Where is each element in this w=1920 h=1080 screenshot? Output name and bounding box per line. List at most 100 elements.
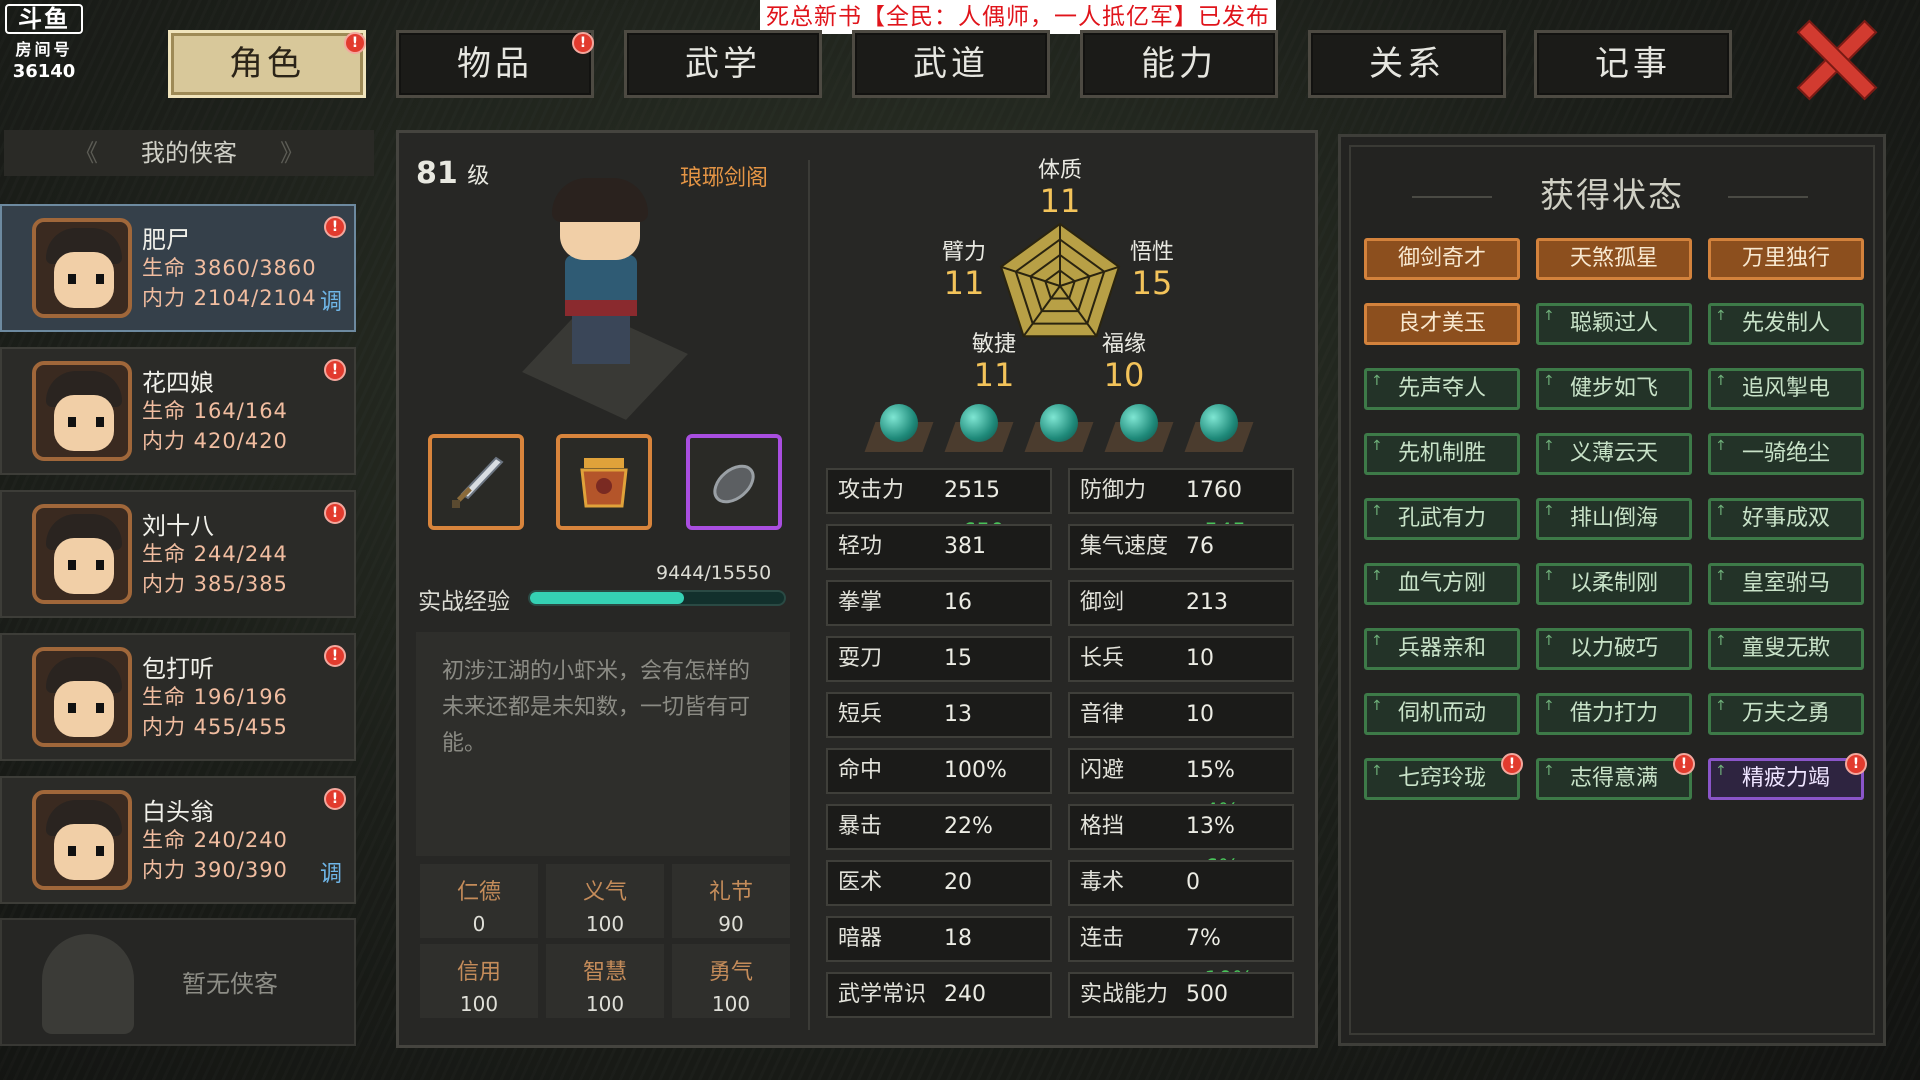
status-tag[interactable]: ↑ 义薄云天	[1536, 433, 1692, 475]
status-label: 孔武有力	[1397, 506, 1486, 531]
status-label: 排山倒海	[1569, 506, 1658, 531]
status-tag[interactable]: ↑ 先声夺人	[1364, 368, 1520, 410]
stat-label: 格挡	[1080, 814, 1125, 839]
status-tag[interactable]: ↑ 好事成双	[1708, 498, 1864, 540]
douyu-logo: 斗鱼	[5, 4, 83, 34]
stat-label: 攻击力	[838, 478, 905, 503]
stat-row: 实战能力 500	[1068, 972, 1294, 1018]
status-tag[interactable]: ↑ 伺机而动	[1364, 693, 1520, 735]
status-tag[interactable]: ↑ 志得意满!	[1536, 753, 1695, 800]
panel-divider	[808, 160, 810, 1030]
status-tag[interactable]: ↑ 血气方刚	[1364, 563, 1520, 605]
tab-1[interactable]: 物品	[396, 30, 594, 98]
roster-header[interactable]: 我的侠客	[4, 130, 374, 176]
empty-slot[interactable]: 暂无侠客	[0, 918, 356, 1046]
status-tag[interactable]: ↑ 先机制胜	[1364, 433, 1520, 475]
status-tag[interactable]: ↑ 借力打力	[1536, 693, 1692, 735]
arrow-up-icon: ↑	[1543, 438, 1555, 454]
attribute-value: 11	[943, 264, 985, 302]
roster-item[interactable]: 肥尸 生命 3860/3860 内力 2104/2104 调 !	[0, 204, 356, 332]
status-tag[interactable]: ↑ 皇室驸马	[1708, 563, 1864, 605]
room-label: 房间号	[15, 40, 73, 59]
attribute-value: 11	[973, 356, 1015, 394]
status-tag[interactable]: ↑ 聪颖过人	[1536, 303, 1692, 345]
gem-slot-icon[interactable]	[864, 400, 934, 456]
status-label: 先声夺人	[1397, 376, 1486, 401]
gem-slot-icon[interactable]	[1024, 400, 1094, 456]
status-tag[interactable]: ↑ 兵器亲和	[1364, 628, 1520, 670]
status-label: 先发制人	[1741, 311, 1830, 336]
character-name: 白头翁	[142, 798, 214, 826]
tab-2[interactable]: 武学	[624, 30, 822, 98]
tab-3[interactable]: 武道	[852, 30, 1050, 98]
roster-item[interactable]: 花四娘 生命 164/164 内力 420/420 !	[0, 347, 356, 475]
stat-label: 命中	[838, 758, 883, 783]
gem-orb	[880, 404, 918, 442]
stat-value: 18	[944, 926, 972, 951]
status-tag[interactable]: ↑ 精疲力竭!	[1708, 753, 1867, 800]
empty-avatar-icon	[42, 934, 134, 1034]
status-label: 御剑奇才	[1397, 246, 1486, 271]
gem-slot-icon[interactable]	[1104, 400, 1174, 456]
status-label: 追风掣电	[1741, 376, 1830, 401]
gem-slot-icon[interactable]	[944, 400, 1014, 456]
stat-label: 闪避	[1080, 758, 1125, 783]
arrow-up-icon: ↑	[1543, 568, 1555, 584]
stat-value: 22%	[944, 814, 993, 839]
stat-row: 命中 100%	[826, 748, 1052, 794]
tab-6[interactable]: 记事	[1534, 30, 1732, 98]
hero-legs	[572, 316, 630, 364]
status-tag[interactable]: ↑ 以力破巧	[1536, 628, 1692, 670]
status-tag[interactable]: 御剑奇才	[1364, 238, 1520, 280]
stat-row: 格挡13% +6%	[1068, 804, 1294, 881]
stream-banner: 死总新书【全民：人偶师，一人抵亿军】已发布	[760, 0, 1276, 34]
roster-item[interactable]: 包打听 生命 196/196 内力 455/455 !	[0, 633, 356, 761]
character-hp: 生命 244/244	[142, 542, 288, 566]
tab-5[interactable]: 关系	[1308, 30, 1506, 98]
roster-item[interactable]: 白头翁 生命 240/240 内力 390/390 调 !	[0, 776, 356, 904]
avatar	[32, 218, 132, 318]
stat-label: 长兵	[1080, 646, 1125, 671]
tab-4[interactable]: 能力	[1080, 30, 1278, 98]
status-tag[interactable]: ↑ 一骑绝尘	[1708, 433, 1864, 475]
status-tag[interactable]: ↑ 排山倒海	[1536, 498, 1692, 540]
status-tag[interactable]: ↑ 追风掣电	[1708, 368, 1864, 410]
arrow-up-icon: ↑	[1371, 568, 1383, 584]
tab-0[interactable]: 角色	[168, 30, 366, 98]
virtue-name: 义气	[582, 880, 627, 905]
title-ornament-left	[1412, 196, 1492, 198]
hero-hair	[552, 178, 648, 222]
attribute-name: 福缘	[1101, 332, 1146, 357]
stat-value: 13%	[1186, 814, 1235, 839]
stat-row: 医术 20	[826, 860, 1052, 906]
armor-icon	[580, 458, 628, 508]
attribute: 体质 11	[1020, 152, 1100, 220]
status-label: 义薄云天	[1569, 441, 1658, 466]
accessory-slot[interactable]	[686, 434, 782, 530]
arrow-up-icon: ↑	[1371, 438, 1383, 454]
close-icon[interactable]	[1794, 18, 1872, 96]
gem-slot-icon[interactable]	[1184, 400, 1254, 456]
status-tag[interactable]: 万里独行	[1708, 238, 1864, 280]
status-tag[interactable]: ↑ 先发制人	[1708, 303, 1864, 345]
armor-slot[interactable]	[556, 434, 652, 530]
stat-row: 毒术 0	[1068, 860, 1294, 906]
status-tag[interactable]: ↑ 孔武有力	[1364, 498, 1520, 540]
status-label: 借力打力	[1569, 701, 1658, 726]
character-hp: 生命 164/164	[142, 399, 288, 423]
weapon-slot[interactable]	[428, 434, 524, 530]
stat-row: 集气速度 76	[1068, 524, 1294, 570]
arrow-up-icon: ↑	[1543, 503, 1555, 519]
status-label: 万夫之勇	[1741, 701, 1830, 726]
status-tag[interactable]: 天煞孤星	[1536, 238, 1692, 280]
status-tag[interactable]: ↑ 以柔制刚	[1536, 563, 1692, 605]
status-tag[interactable]: ↑ 七窍玲珑!	[1364, 753, 1523, 800]
status-tag[interactable]: 良才美玉	[1364, 303, 1520, 345]
status-tag[interactable]: ↑ 健步如飞	[1536, 368, 1692, 410]
level-value: 81	[416, 156, 458, 191]
avatar-eye	[96, 703, 104, 713]
status-tag[interactable]: ↑ 万夫之勇	[1708, 693, 1864, 735]
roster-item[interactable]: 刘十八 生命 244/244 内力 385/385 !	[0, 490, 356, 618]
status-label: 以力破巧	[1569, 636, 1658, 661]
status-tag[interactable]: ↑ 童叟无欺	[1708, 628, 1864, 670]
